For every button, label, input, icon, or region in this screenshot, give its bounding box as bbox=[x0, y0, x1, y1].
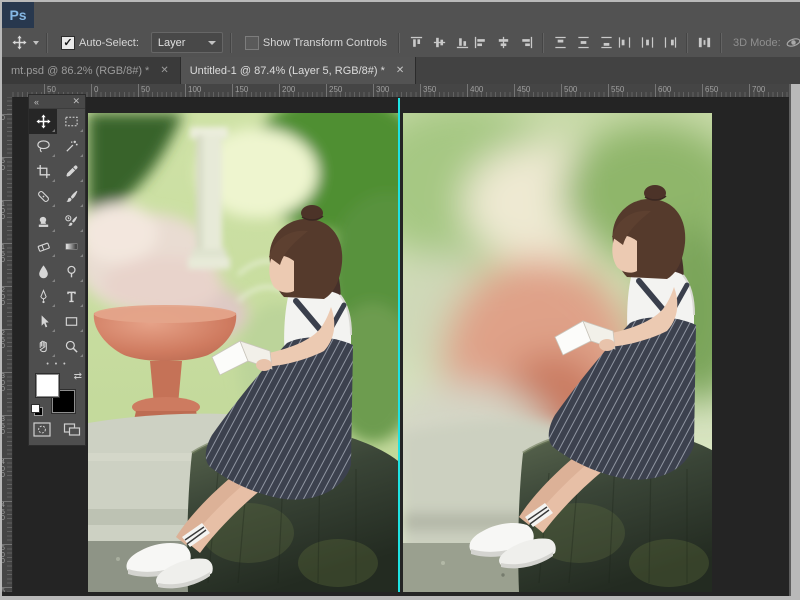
swap-colors-icon[interactable]: ⇄ bbox=[74, 371, 82, 382]
separator bbox=[398, 33, 400, 53]
tool-blur[interactable] bbox=[29, 259, 57, 284]
separator bbox=[230, 33, 232, 53]
separator bbox=[686, 33, 688, 53]
tool-clone-stamp[interactable] bbox=[29, 209, 57, 234]
tool-hand[interactable] bbox=[29, 334, 57, 359]
tool-crop[interactable] bbox=[29, 159, 57, 184]
tab-untitled-1[interactable]: Untitled-1 @ 87.4% (Layer 5, RGB/8#) * ✕ bbox=[181, 57, 417, 84]
options-bar: ✓ Auto-Select: Layer Show Transform Cont… bbox=[2, 28, 800, 58]
screen-mode-icon[interactable] bbox=[63, 422, 81, 442]
tool-brush[interactable] bbox=[57, 184, 85, 209]
window-frame-right bbox=[791, 84, 800, 600]
tool-path-selection[interactable] bbox=[29, 309, 57, 334]
distribute-left-edges-icon[interactable] bbox=[615, 34, 633, 52]
photoshop-window: Ps ✓ Auto-Select: Layer Show Transform C… bbox=[0, 0, 800, 600]
distribute-bottom-edges-icon[interactable] bbox=[597, 34, 615, 52]
foreground-color-swatch[interactable] bbox=[36, 374, 59, 397]
guide-line[interactable] bbox=[398, 97, 400, 592]
distribute-horizontal-centers-icon[interactable] bbox=[638, 34, 656, 52]
tool-preset-chevron-icon[interactable] bbox=[33, 41, 39, 45]
tool-rectangle-shape[interactable] bbox=[57, 309, 85, 334]
tools-panel: « ✕ bbox=[28, 94, 86, 446]
document-left-photo[interactable] bbox=[88, 113, 398, 592]
separator bbox=[720, 33, 722, 53]
horizontal-ruler[interactable]: 5005010015020025030035040045050055060065… bbox=[12, 84, 800, 98]
align-horizontal-centers-icon[interactable] bbox=[494, 34, 512, 52]
auto-select-target-dropdown[interactable]: Layer bbox=[151, 32, 223, 53]
3d-orbit-icon[interactable] bbox=[785, 34, 800, 52]
separator bbox=[542, 33, 544, 53]
separator bbox=[46, 33, 48, 53]
window-frame-top bbox=[0, 0, 800, 2]
distribute-vertical-centers-icon[interactable] bbox=[574, 34, 592, 52]
align-bottom-edges-icon[interactable] bbox=[453, 34, 471, 52]
window-frame-left bbox=[0, 0, 2, 600]
document-tab-bar: mt.psd @ 86.2% (RGB/8#) * ✕ Untitled-1 @… bbox=[2, 57, 800, 84]
tool-grid bbox=[29, 109, 85, 359]
align-top-edges-icon[interactable] bbox=[407, 34, 425, 52]
align-left-edges-icon[interactable] bbox=[471, 34, 489, 52]
tool-lasso[interactable] bbox=[29, 134, 57, 159]
chevron-down-icon bbox=[208, 41, 216, 45]
tool-dodge[interactable] bbox=[57, 259, 85, 284]
distribute-right-edges-icon[interactable] bbox=[661, 34, 679, 52]
tool-gradient[interactable] bbox=[57, 234, 85, 259]
tool-quick-selection[interactable] bbox=[57, 134, 85, 159]
move-tool-icon[interactable] bbox=[10, 34, 28, 52]
auto-select-checkbox[interactable]: ✓ bbox=[61, 36, 75, 50]
tool-move[interactable] bbox=[29, 109, 57, 134]
photoshop-logo: Ps bbox=[2, 2, 34, 28]
tool-history-brush[interactable] bbox=[57, 209, 85, 234]
auto-select-label: Auto-Select: bbox=[79, 37, 139, 49]
3d-mode-label: 3D Mode: bbox=[733, 37, 781, 49]
color-swatches: ⇄ bbox=[29, 371, 85, 419]
tool-zoom[interactable] bbox=[57, 334, 85, 359]
window-frame-bottom bbox=[0, 596, 800, 600]
default-colors-icon[interactable] bbox=[31, 404, 43, 416]
tool-eraser[interactable] bbox=[29, 234, 57, 259]
tool-pen[interactable] bbox=[29, 284, 57, 309]
tab-mt-psd[interactable]: mt.psd @ 86.2% (RGB/8#) * ✕ bbox=[2, 57, 181, 84]
show-transform-checkbox[interactable] bbox=[245, 36, 259, 50]
show-transform-label: Show Transform Controls bbox=[263, 37, 387, 49]
toolbar-more-icon[interactable]: • • • bbox=[29, 359, 85, 371]
align-vertical-centers-icon[interactable] bbox=[430, 34, 448, 52]
close-icon[interactable]: ✕ bbox=[158, 64, 170, 77]
quick-mask-icon[interactable] bbox=[33, 422, 51, 442]
menu-bar: Ps bbox=[2, 2, 800, 29]
align-right-edges-icon[interactable] bbox=[517, 34, 535, 52]
tool-spot-healing[interactable] bbox=[29, 184, 57, 209]
tool-type[interactable] bbox=[57, 284, 85, 309]
collapse-panel-icon[interactable]: « bbox=[34, 97, 39, 107]
distribute-top-edges-icon[interactable] bbox=[551, 34, 569, 52]
tool-rectangular-marquee[interactable] bbox=[57, 109, 85, 134]
close-panel-icon[interactable]: ✕ bbox=[72, 96, 80, 107]
document-right-photo[interactable] bbox=[403, 113, 712, 592]
distribute-spacing-icon[interactable] bbox=[695, 34, 713, 52]
close-icon[interactable]: ✕ bbox=[394, 64, 406, 77]
tool-eyedropper[interactable] bbox=[57, 159, 85, 184]
